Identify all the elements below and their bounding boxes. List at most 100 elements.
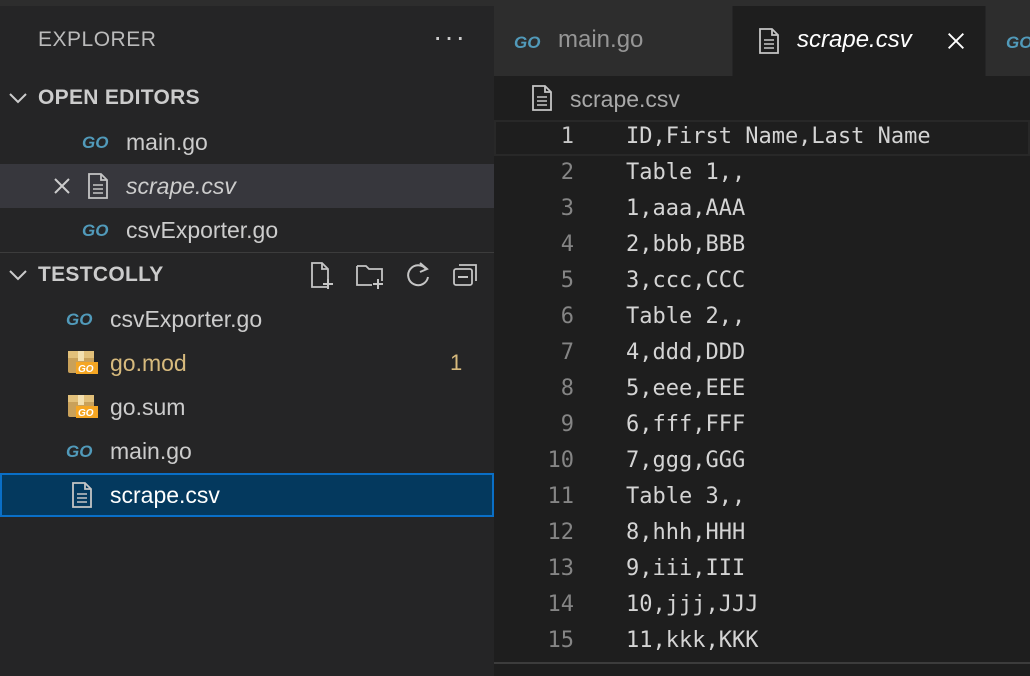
close-icon[interactable] bbox=[50, 174, 74, 198]
svg-text:GO: GO bbox=[82, 221, 108, 239]
code-line-text: 9,iii,III bbox=[626, 556, 746, 581]
go-icon: GO bbox=[82, 221, 108, 239]
code-line[interactable]: 11 Table 3,, bbox=[494, 480, 1030, 516]
line-number: 14 bbox=[547, 592, 575, 617]
close-icon[interactable] bbox=[945, 30, 967, 52]
code-line-text: 3,ccc,CCC bbox=[626, 268, 746, 293]
explorer-header: EXPLORER ··· bbox=[0, 20, 494, 64]
line-number: 10 bbox=[547, 448, 575, 473]
breadcrumb-label[interactable]: scrape.csv bbox=[570, 86, 680, 113]
editor-bottom-border bbox=[494, 662, 1030, 664]
open-editor-item-active[interactable]: scrape.csv bbox=[0, 164, 494, 208]
tab-overflow[interactable]: GO bbox=[986, 6, 1030, 76]
svg-text:GO: GO bbox=[82, 133, 108, 151]
go-icon: GO bbox=[66, 442, 92, 460]
code-line[interactable]: 12 8,hhh,HHH bbox=[494, 516, 1030, 552]
more-actions-button[interactable]: ··· bbox=[430, 20, 470, 60]
open-editors-header[interactable]: OPEN EDITORS bbox=[0, 76, 494, 120]
go-icon: GO bbox=[514, 33, 540, 51]
code-editor[interactable]: 1 ID,First Name,Last Name 2 Table 1,, 3 1,aaa… bbox=[494, 120, 1030, 660]
tab-main-go[interactable]: GO main.go bbox=[494, 6, 732, 76]
code-line-text: Table 1,, bbox=[626, 160, 746, 185]
svg-text:GO: GO bbox=[66, 442, 92, 460]
open-editor-label: main.go bbox=[126, 129, 208, 155]
go-module-icon: GO bbox=[68, 351, 98, 375]
go-icon: GO bbox=[66, 310, 92, 328]
code-line[interactable]: 13 9,iii,III bbox=[494, 552, 1030, 588]
line-number: 12 bbox=[547, 520, 575, 545]
line-number: 5 bbox=[560, 268, 574, 293]
folder-section-header[interactable]: TESTCOLLY bbox=[0, 253, 494, 297]
code-line-text: 5,eee,EEE bbox=[626, 376, 746, 401]
code-line-text: Table 2,, bbox=[626, 304, 746, 329]
file-tree-item[interactable]: GO go.mod 1 bbox=[0, 341, 494, 385]
code-line[interactable]: 2 Table 1,, bbox=[494, 156, 1030, 192]
code-line[interactable]: 9 6,fff,FFF bbox=[494, 408, 1030, 444]
file-tree-item[interactable]: GO csvExporter.go bbox=[0, 297, 494, 341]
code-line-text: Table 3,, bbox=[626, 484, 746, 509]
file-icon bbox=[759, 28, 779, 54]
line-number: 11 bbox=[547, 484, 575, 509]
file-icon bbox=[532, 85, 552, 111]
code-line[interactable]: 15 11,kkk,KKK bbox=[494, 624, 1030, 660]
svg-text:GO: GO bbox=[78, 364, 94, 375]
breadcrumb: scrape.csv bbox=[494, 76, 1030, 120]
file-tree-item-selected[interactable]: scrape.csv bbox=[0, 473, 494, 517]
editor-area: GO main.go scrape.csv GO scrape.csv 1 ID… bbox=[494, 0, 1030, 676]
svg-text:GO: GO bbox=[66, 310, 92, 328]
tab-scrape-csv[interactable]: scrape.csv bbox=[733, 6, 985, 76]
code-line-text: 6,fff,FFF bbox=[626, 412, 746, 437]
open-editor-label: csvExporter.go bbox=[126, 217, 279, 243]
code-line-text: 11,kkk,KKK bbox=[626, 628, 759, 653]
problems-badge: 1 bbox=[450, 350, 463, 375]
file-tree-item[interactable]: GO main.go bbox=[0, 429, 494, 473]
code-line[interactable]: 3 1,aaa,AAA bbox=[494, 192, 1030, 228]
svg-text:GO: GO bbox=[78, 408, 94, 419]
explorer-title: EXPLORER bbox=[38, 28, 157, 51]
code-line[interactable]: 6 Table 2,, bbox=[494, 300, 1030, 336]
file-tree-label: scrape.csv bbox=[110, 482, 220, 508]
go-module-icon: GO bbox=[68, 395, 98, 419]
open-editor-label: scrape.csv bbox=[126, 173, 236, 199]
chevron-down-icon bbox=[9, 270, 27, 281]
file-tree-label: go.mod bbox=[110, 350, 187, 376]
code-line-text: ID,First Name,Last Name bbox=[626, 124, 931, 149]
vscode-window: EXPLORER ··· OPEN EDITORS GO main.go scr… bbox=[0, 0, 1030, 676]
line-number: 13 bbox=[547, 556, 575, 581]
code-line-text: 10,jjj,JJJ bbox=[626, 592, 759, 617]
line-number: 3 bbox=[560, 196, 574, 221]
file-tree-label: main.go bbox=[110, 438, 192, 464]
file-tree-item[interactable]: GO go.sum bbox=[0, 385, 494, 429]
collapse-all-icon[interactable] bbox=[450, 259, 482, 291]
code-line-text: 2,bbb,BBB bbox=[626, 232, 746, 257]
line-number: 2 bbox=[560, 160, 574, 185]
open-editor-item[interactable]: GO main.go bbox=[0, 120, 494, 164]
new-folder-icon[interactable] bbox=[354, 259, 386, 291]
open-editor-item[interactable]: GO csvExporter.go bbox=[0, 208, 494, 252]
sidebar-top-border bbox=[0, 0, 494, 6]
line-number: 8 bbox=[560, 376, 574, 401]
refresh-icon[interactable] bbox=[402, 259, 434, 291]
go-icon: GO bbox=[82, 133, 108, 151]
line-number: 1 bbox=[560, 124, 574, 149]
code-line-text: 7,ggg,GGG bbox=[626, 448, 746, 473]
new-file-icon[interactable] bbox=[306, 259, 338, 291]
code-line[interactable]: 10 7,ggg,GGG bbox=[494, 444, 1030, 480]
code-line[interactable]: 7 4,ddd,DDD bbox=[494, 336, 1030, 372]
code-line[interactable]: 8 5,eee,EEE bbox=[494, 372, 1030, 408]
file-tree-label: csvExporter.go bbox=[110, 306, 263, 332]
code-line[interactable]: 5 3,ccc,CCC bbox=[494, 264, 1030, 300]
code-line[interactable]: 14 10,jjj,JJJ bbox=[494, 588, 1030, 624]
code-line[interactable]: 4 2,bbb,BBB bbox=[494, 228, 1030, 264]
svg-text:GO: GO bbox=[1006, 33, 1030, 51]
line-number: 6 bbox=[560, 304, 574, 329]
code-line[interactable]: 1 ID,First Name,Last Name bbox=[494, 120, 1030, 156]
file-icon bbox=[72, 482, 92, 508]
line-number: 4 bbox=[560, 232, 574, 257]
line-number: 7 bbox=[560, 340, 574, 365]
code-line-text: 1,aaa,AAA bbox=[626, 196, 746, 221]
tab-label: scrape.csv bbox=[797, 26, 912, 53]
tab-label: main.go bbox=[558, 26, 644, 53]
line-number: 15 bbox=[547, 628, 575, 653]
open-editors-title: OPEN EDITORS bbox=[38, 86, 200, 109]
